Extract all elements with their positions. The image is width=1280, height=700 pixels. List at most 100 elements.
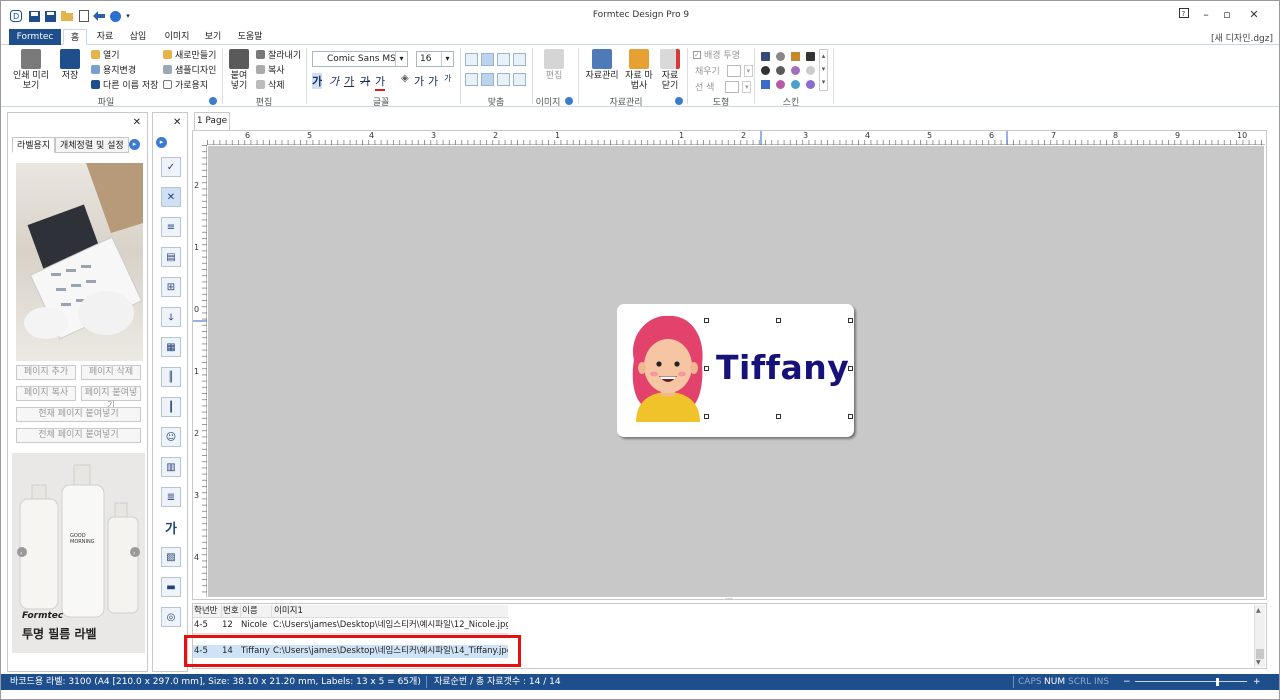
tab-help[interactable]: 도움말 bbox=[231, 29, 269, 45]
skin-option[interactable] bbox=[791, 80, 800, 89]
print-preview-icon[interactable] bbox=[78, 10, 90, 22]
paste-all-pages-button[interactable]: 전체 페이지 붙여넣기 bbox=[16, 428, 141, 443]
resize-handle[interactable] bbox=[776, 414, 781, 419]
qr-code-icon[interactable]: ▦ bbox=[161, 337, 181, 357]
line-color-control[interactable]: 선 색 ▾ bbox=[695, 80, 752, 93]
new-button[interactable]: 새로만들기 bbox=[163, 48, 216, 61]
resize-handle[interactable] bbox=[704, 318, 709, 323]
open-button[interactable]: 열기 bbox=[91, 48, 120, 61]
open-folder-icon[interactable] bbox=[61, 10, 73, 22]
bold-button[interactable]: 가 bbox=[312, 73, 323, 89]
ad-banner[interactable]: ‹ › GOOD MORNING Formtec 투명 필름 라벨 bbox=[12, 453, 145, 653]
cut-button[interactable]: 잘라내기 bbox=[256, 48, 301, 61]
serial-barcode-icon[interactable]: ┃ bbox=[161, 397, 181, 417]
skin-option[interactable] bbox=[761, 80, 770, 89]
print-preview-button[interactable]: 인쇄 미리보기 bbox=[11, 49, 51, 91]
align-right-top-icon[interactable] bbox=[497, 53, 510, 66]
barcode-icon[interactable]: ║ bbox=[161, 367, 181, 387]
scroll-down-icon[interactable]: ▼ bbox=[1256, 659, 1261, 666]
distribute-vertical-icon[interactable] bbox=[513, 73, 526, 86]
scroll-up-icon[interactable]: ▲ bbox=[1256, 607, 1261, 614]
close-window-icon[interactable]: ✕ bbox=[1246, 8, 1262, 22]
distribute-horizontal-icon[interactable] bbox=[513, 53, 526, 66]
help-icon[interactable]: ? bbox=[1176, 8, 1192, 22]
resize-handle[interactable] bbox=[704, 366, 709, 371]
tab-data[interactable]: 자료 bbox=[91, 29, 119, 45]
resize-handle[interactable] bbox=[848, 414, 853, 419]
skin-option[interactable] bbox=[761, 52, 770, 61]
align-center-top-icon[interactable] bbox=[481, 53, 494, 66]
scroll-thumb[interactable] bbox=[1256, 649, 1264, 659]
resize-handle[interactable] bbox=[848, 318, 853, 323]
delete-button[interactable]: 삭제 bbox=[256, 78, 285, 91]
font-family-select[interactable]: Comic Sans MS ▾ bbox=[312, 51, 408, 67]
align-right-middle-icon[interactable] bbox=[497, 73, 510, 86]
table-icon[interactable]: ▥ bbox=[161, 457, 181, 477]
sample-design-button[interactable]: 샘플디자인 bbox=[163, 63, 216, 76]
portrait-image-icon[interactable]: ☺ bbox=[161, 427, 181, 447]
strikethrough-button[interactable]: 가 bbox=[360, 73, 370, 89]
save-icon[interactable] bbox=[28, 10, 40, 22]
close-toolbar-icon[interactable]: ✕ bbox=[173, 117, 181, 128]
tab-image[interactable]: 이미지 bbox=[159, 29, 195, 45]
vertical-text-icon[interactable]: ↆ bbox=[161, 307, 181, 327]
fill-color-control[interactable]: 채우기 ▾ bbox=[695, 64, 753, 77]
skin-option[interactable] bbox=[776, 80, 785, 89]
girl-avatar-image[interactable] bbox=[628, 314, 708, 422]
tab-insert[interactable]: 삽입 bbox=[123, 29, 153, 45]
skin-option[interactable] bbox=[806, 80, 815, 89]
skin-option[interactable] bbox=[791, 52, 800, 61]
align-center-middle-icon[interactable] bbox=[481, 73, 494, 86]
char-spacing-button[interactable]: 가 bbox=[414, 73, 424, 89]
image-object-icon[interactable]: ▨ bbox=[161, 547, 181, 567]
zoom-slider-thumb[interactable] bbox=[1216, 678, 1219, 686]
select-tool-icon[interactable]: ✓ bbox=[161, 157, 181, 177]
data-manage-button[interactable]: 자료관리 bbox=[584, 49, 620, 81]
resize-handle[interactable] bbox=[848, 366, 853, 371]
zoom-in-icon[interactable]: + bbox=[1253, 674, 1261, 690]
multi-select-tool-icon[interactable]: ✕ bbox=[161, 187, 181, 207]
header-name[interactable]: 이름 bbox=[240, 605, 270, 618]
app-logo-icon[interactable]: D bbox=[10, 10, 22, 22]
italic-button[interactable]: 가 bbox=[329, 73, 339, 89]
save-as-button[interactable]: 다른 이름 저장 bbox=[91, 78, 158, 91]
data-wizard-button[interactable]: 자료 마법사 bbox=[625, 49, 653, 91]
add-page-button[interactable]: 페이지 추가 bbox=[16, 365, 76, 380]
table-row[interactable]: 4-5 12 Nicole C:\Users\james\Desktop\네임스… bbox=[193, 619, 508, 632]
shrink-font-button[interactable]: 가 bbox=[444, 73, 451, 84]
font-color-button[interactable]: 가 bbox=[375, 73, 386, 91]
counter-text-icon[interactable]: ▤ bbox=[161, 247, 181, 267]
header-image[interactable]: 이미지1 bbox=[271, 605, 508, 618]
image-group-expand-icon[interactable] bbox=[565, 97, 573, 105]
tab-formtec[interactable]: Formtec bbox=[9, 29, 61, 45]
paste-current-page-button[interactable]: 현재 페이지 붙여넣기 bbox=[16, 407, 141, 422]
resize-handle[interactable] bbox=[776, 318, 781, 323]
highlight-color-icon[interactable]: ◈ bbox=[401, 73, 409, 84]
cd-label-icon[interactable]: ◎ bbox=[161, 607, 181, 627]
skin-option[interactable] bbox=[776, 52, 785, 61]
skin-option[interactable] bbox=[776, 66, 785, 75]
restore-icon[interactable]: ▫ bbox=[1219, 8, 1235, 22]
align-left-middle-icon[interactable] bbox=[465, 73, 478, 86]
header-class[interactable]: 학년반 bbox=[194, 605, 220, 618]
header-number[interactable]: 번호 bbox=[221, 605, 239, 618]
skin-option[interactable] bbox=[761, 66, 770, 75]
tab-label-paper[interactable]: 라벨용지 bbox=[12, 137, 56, 153]
paste-page-button[interactable]: 페이지 붙여넣기 bbox=[81, 386, 141, 411]
file-group-expand-icon[interactable] bbox=[209, 97, 217, 105]
change-paper-button[interactable]: 용지변경 bbox=[91, 63, 136, 76]
copy-button[interactable]: 복사 bbox=[256, 63, 285, 76]
paragraph-icon[interactable]: ≣ bbox=[161, 487, 181, 507]
redo-icon[interactable] bbox=[109, 10, 121, 22]
tab-view[interactable]: 보기 bbox=[199, 29, 227, 45]
paste-button[interactable]: 붙여 넣기 bbox=[227, 49, 251, 91]
quick-access-dropdown-icon[interactable]: ▾ bbox=[122, 10, 134, 22]
skin-option[interactable] bbox=[806, 66, 815, 75]
skin-scroll[interactable]: ▴ ▾ ▾ bbox=[819, 49, 828, 91]
data-group-expand-icon[interactable] bbox=[675, 97, 683, 105]
data-text-icon[interactable]: ⊞ bbox=[161, 277, 181, 297]
save-button[interactable]: 저장 bbox=[57, 49, 83, 81]
resize-handle[interactable] bbox=[704, 414, 709, 419]
zoom-slider-track[interactable] bbox=[1135, 681, 1247, 682]
tab-object-align[interactable]: 개체정렬 및 설정 bbox=[55, 137, 129, 153]
